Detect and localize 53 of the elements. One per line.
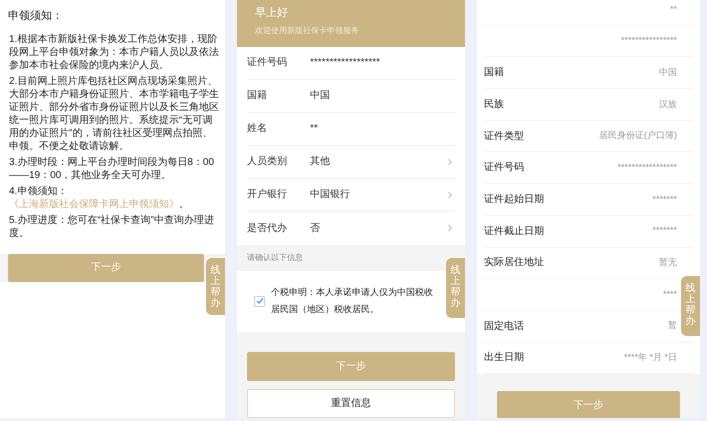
field-label: 证件号码: [247, 56, 288, 70]
detail-label: 固定电话: [484, 320, 524, 334]
detail-value: 暂无: [659, 256, 677, 270]
field-label: 人员类别: [247, 154, 288, 170]
detail-value: *****************: [617, 161, 677, 174]
detail-value: ****: [662, 288, 677, 301]
detail-value: 居民身份证(户口簿): [599, 129, 677, 142]
reset-button[interactable]: 重置信息: [247, 389, 455, 418]
field-label: 是否代办: [247, 222, 288, 236]
detail-label: 出生日期: [484, 350, 524, 366]
notice-link[interactable]: 《上海新版社会保障卡网上申领须知》: [9, 198, 179, 210]
help-tab[interactable]: 线上帮办: [206, 258, 225, 315]
notice-paragraph: 2.目前网上照片库包括社区网点现场采集照片、大部分本市户籍身份证照片、本市学籍电子学生证照片、部分外省市身份证照片以及长三角地区统一照片库可调用到的照片。系统提示“无可调用的办证照片”的，请前往社区受理网点拍照、申领。不便之处敬请谅解。: [8, 74, 220, 152]
notice-paragraph: 3.办理时段：网上平台办理时间段为每日8：00——19：00，其他业务全天可办理。: [8, 156, 216, 182]
tax-declaration: 个税申明：本人承诺申请人仅为中国税收居民国（地区）税收居民。: [271, 286, 434, 316]
field-value: **: [310, 122, 319, 136]
detail-label: 证件截止日期: [484, 224, 544, 239]
detail-label: 证件类型: [484, 130, 524, 144]
field-label: 国籍: [247, 89, 268, 104]
next-button[interactable]: 下一步: [8, 254, 204, 282]
notice-paragraph: 1.根据本市新版社保卡换发工作总体安排，现阶段网上平台申领对象为：本市户籍人员以及依法参加本市社会保险的境内来沪人员。: [8, 32, 220, 72]
notice-paragraph: 4.申领须知： 《上海新版社会保障卡网上申领须知》。: [8, 184, 190, 210]
detail-label: 实际居住地址: [484, 256, 544, 270]
detail-value: 暂: [668, 319, 677, 332]
confirm-heading: 请确认以下信息: [247, 252, 303, 264]
next-button[interactable]: 下一步: [247, 352, 455, 382]
detail-value: ****年 *月 *日: [624, 351, 677, 364]
detail-label: 证件起始日期: [484, 192, 544, 207]
field-value: 中国: [310, 88, 331, 104]
next-button[interactable]: 下一步: [497, 391, 680, 418]
detail-value: 汉族: [659, 98, 677, 111]
field-label: 开户银行: [247, 188, 288, 202]
detail-value: *******: [652, 224, 677, 238]
field-value: 否: [310, 222, 321, 236]
detail-label: 证件号码: [484, 161, 524, 176]
field-label: 姓名: [247, 122, 268, 136]
detail-value: *******: [652, 192, 677, 206]
help-tab[interactable]: 线上帮办: [446, 258, 465, 318]
check-icon: [256, 297, 264, 306]
notice-title: 申领须知：: [7, 9, 64, 24]
greeting-title: 早上好: [255, 6, 289, 21]
notice-paragraph: 5.办理进度：您可在“社保卡查询”中查询办理进度。: [8, 214, 215, 240]
detail-value: ****************: [620, 34, 677, 48]
field-value: 中国银行: [310, 188, 351, 202]
help-tab[interactable]: 线上帮办: [681, 276, 700, 336]
detail-label: 民族: [484, 98, 504, 112]
checkbox[interactable]: [254, 296, 265, 307]
field-value: ******************: [310, 56, 382, 70]
detail-label: 国籍: [484, 66, 504, 80]
greeting-subtitle: 欢迎使用新版社保卡申领服务: [255, 24, 360, 36]
field-value: 其他: [310, 154, 331, 170]
detail-value: 中国: [659, 66, 677, 79]
detail-value: **: [670, 2, 677, 16]
